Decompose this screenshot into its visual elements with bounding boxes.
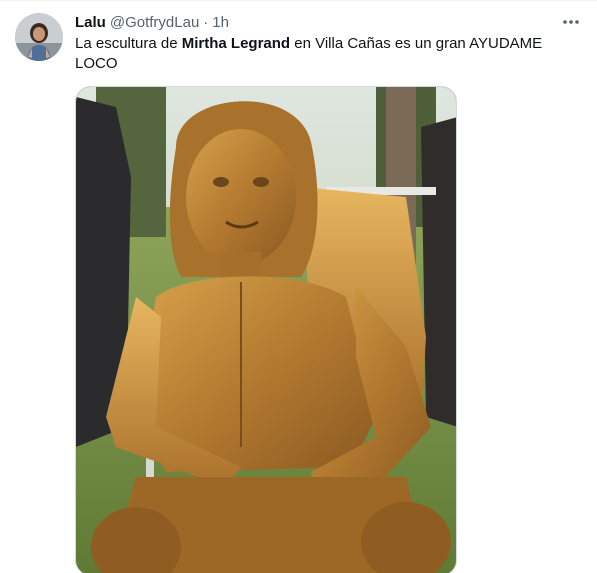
statue-photo-illustration bbox=[76, 87, 456, 573]
avatar[interactable] bbox=[15, 13, 63, 61]
user-handle[interactable]: @GotfrydLau bbox=[110, 13, 199, 33]
tweet-text: La escultura de Mirtha Legrand en Villa … bbox=[75, 34, 575, 74]
timestamp[interactable]: 1h bbox=[212, 13, 229, 33]
tweet-text-bold: Mirtha Legrand bbox=[181, 35, 291, 52]
more-horizontal-icon bbox=[563, 20, 579, 24]
user-avatar-icon bbox=[15, 13, 63, 61]
tweet-card[interactable]: Lalu @GotfrydLau · 1h La escultura de Mi… bbox=[0, 0, 597, 573]
tweet-text-part1: La escultura de bbox=[75, 35, 182, 52]
tweet-photo[interactable] bbox=[75, 86, 457, 573]
display-name[interactable]: Lalu bbox=[75, 13, 106, 33]
tweet-header: Lalu @GotfrydLau · 1h bbox=[75, 13, 229, 33]
separator-dot: · bbox=[203, 14, 209, 31]
more-options-button[interactable] bbox=[556, 9, 586, 35]
